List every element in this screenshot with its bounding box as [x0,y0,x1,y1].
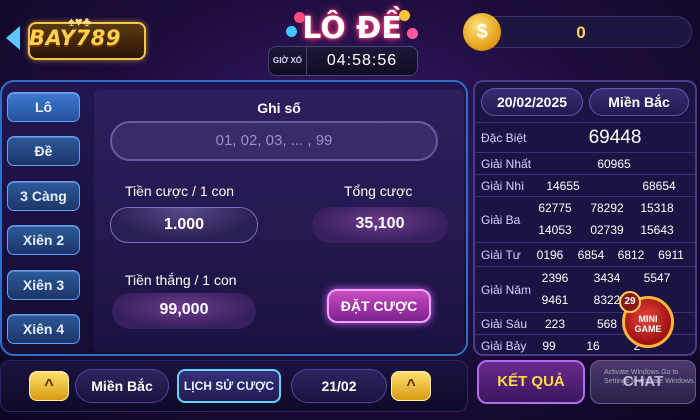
result-row-first: Giải Nhất 60965 [475,152,695,174]
lottery-ball-icon [399,10,410,21]
result-label: Giải Nhì [481,179,525,193]
result-number: 14053 [538,223,572,237]
result-label: Giải Nhất [481,157,532,171]
place-bet-button[interactable]: ĐẶT CƯỢC [327,289,431,323]
game-title: LÔ ĐỀ [282,6,422,50]
chevron-up-icon: ^ [406,377,416,394]
result-number: 02739 [590,223,624,237]
result-number: 68654 [642,179,676,193]
lottery-ball-icon [294,12,305,23]
win-per-value: 99,000 [112,293,256,329]
result-number: 9461 [541,293,569,307]
result-row-second: Giải Nhì 14655 68654 [475,174,695,196]
back-arrow-icon[interactable] [6,26,20,50]
result-number: 99 [542,339,556,353]
result-number: 0196 [536,248,564,262]
results-button[interactable]: KẾT QUẢ [477,360,585,404]
draw-timer: GIỜ XỔ 04:58:56 [268,46,418,76]
total-bet-value: 35,100 [312,207,448,243]
result-number: 6812 [617,248,645,262]
result-row-third: Giải Ba 62775 78292 15318 14053 02739 15… [475,196,695,242]
mini-game-button[interactable]: 29 MINI GAME [619,291,674,348]
balance-value: 0 [576,23,586,42]
tab-xien-2[interactable]: Xiên 2 [7,225,80,255]
numbers-input[interactable]: 01, 02, 03, ... , 99 [110,121,438,161]
region-select[interactable]: Miền Bắc [75,369,169,403]
lottery-ball-icon [407,28,418,39]
date-select[interactable]: 21/02 [291,369,387,403]
result-number: 5547 [643,271,671,285]
result-number: 78292 [590,201,624,215]
result-number: 15318 [640,201,674,215]
chevron-up-icon: ^ [44,377,54,394]
bet-per-input[interactable]: 1.000 [110,207,258,243]
logo-text: BAY789 [29,26,121,50]
result-number: 14655 [546,179,580,193]
result-number: 2396 [541,271,569,285]
tab-lo[interactable]: Lô [7,92,80,122]
region-up-button[interactable]: ^ [29,371,69,401]
result-number: 60965 [597,157,631,171]
mini-game-label: GAME [634,324,662,334]
tab-3-cang[interactable]: 3 Càng [7,181,80,211]
balance-display: $ 0 [463,13,692,51]
bottom-bar: ^ Miền Bắc LỊCH SỬ CƯỢC 21/02 ^ [0,360,468,412]
tab-de[interactable]: Đề [7,136,80,166]
mini-game-count: 29 [619,291,641,313]
total-bet-label: Tổng cược [344,183,413,199]
brand-logo: ♠♥♣ BAY789 [6,14,146,62]
timer-label: GIỜ XỔ [269,46,307,76]
result-number: 15643 [640,223,674,237]
bet-per-label: Tiền cược / 1 con [125,183,235,199]
tab-xien-3[interactable]: Xiên 3 [7,270,80,300]
result-row-fourth: Giải Tư 0196 6854 6812 6911 [475,242,695,266]
result-label: Giải Năm [481,283,532,297]
result-label: Giải Bảy [481,339,527,353]
mini-game-label: MINI [638,314,658,324]
result-number: 16 [586,339,600,353]
timer-value: 04:58:56 [326,52,398,69]
result-label: Giải Tư [481,248,521,262]
results-region[interactable]: Miền Bắc [589,88,689,116]
result-row-special: Đặc Biệt 69448 [475,122,695,152]
result-label: Giải Sáu [481,317,528,331]
win-per-label: Tiền thắng / 1 con [125,272,237,288]
results-date[interactable]: 20/02/2025 [481,88,583,116]
result-number: 69448 [588,127,642,148]
lottery-ball-icon [286,26,297,37]
tab-xien-4[interactable]: Xiên 4 [7,314,80,344]
result-number: 62775 [538,201,572,215]
result-number: 6911 [658,248,684,262]
game-title-text: LÔ ĐỀ [302,10,402,46]
bet-history-button[interactable]: LỊCH SỬ CƯỢC [177,369,281,403]
result-number: 223 [544,317,566,331]
result-label: Giải Ba [481,213,521,227]
date-up-button[interactable]: ^ [391,371,431,401]
result-number: 6854 [577,248,605,262]
result-number: 3434 [593,271,621,285]
numbers-label: Ghi số [257,100,301,116]
result-label: Đặc Biệt [481,131,527,145]
activation-watermark: Activate Windows Go to Settings to activ… [604,369,696,385]
